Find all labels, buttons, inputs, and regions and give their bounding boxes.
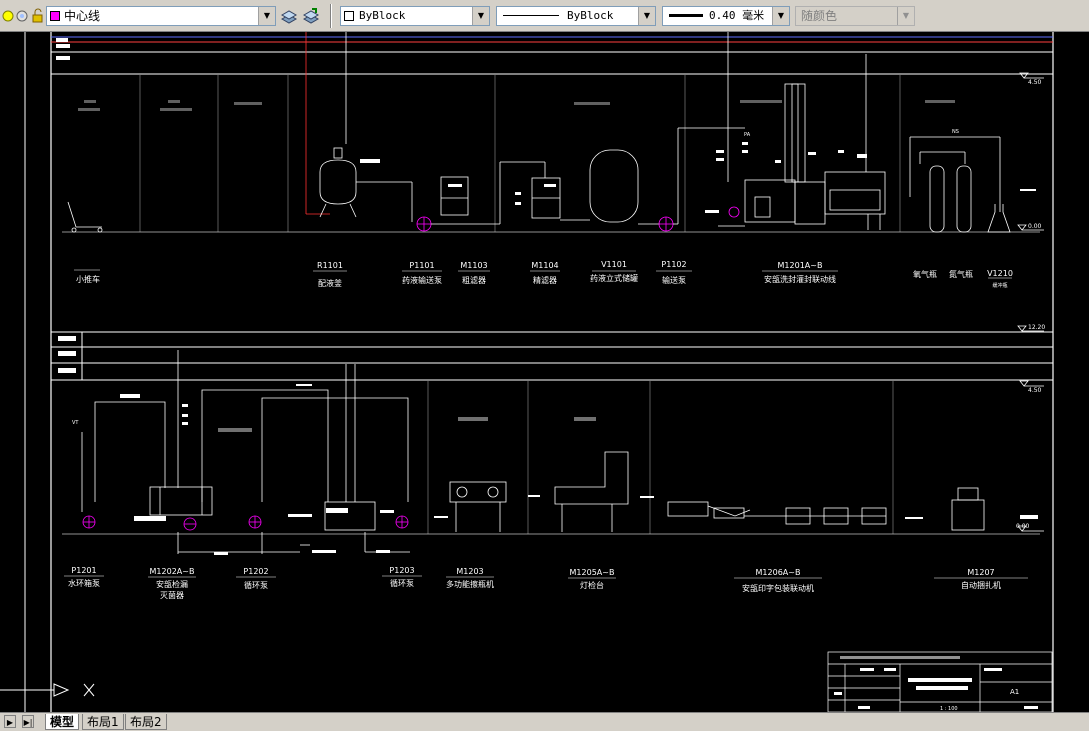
linetype-value: ByBlock bbox=[567, 9, 614, 22]
equipment-name: 多功能擦瓶机 bbox=[446, 579, 494, 589]
tab-layout1[interactable]: 布局1 bbox=[82, 714, 124, 730]
layer-freeze-icon[interactable] bbox=[14, 8, 30, 24]
equipment-code: R1101 bbox=[317, 261, 343, 270]
process-tag-vt: VT bbox=[72, 420, 79, 426]
make-layer-current-icon[interactable] bbox=[280, 7, 298, 24]
layout-tab-bar: ▶ ▶| 模型 布局1 布局2 bbox=[0, 712, 1089, 731]
label-oxygen: 氧气瓶 bbox=[913, 269, 937, 279]
equipment-code: V1210 bbox=[987, 269, 1013, 278]
elevation-bottom-2: 0.00 bbox=[1016, 523, 1030, 530]
equipment-code: V1101 bbox=[601, 260, 627, 269]
equipment-code: P1102 bbox=[661, 260, 686, 269]
lower-process-tags: VT bbox=[72, 420, 79, 426]
chevron-down-icon[interactable]: ▼ bbox=[638, 7, 655, 25]
color-dropdown[interactable]: ByBlock ▼ bbox=[340, 6, 490, 26]
equipment-name: 循环泵 bbox=[244, 580, 268, 590]
lineweight-dropdown[interactable]: 0.40 毫米 ▼ bbox=[662, 6, 790, 26]
lineweight-sample bbox=[669, 14, 703, 17]
layer-previous-icon[interactable] bbox=[302, 7, 320, 24]
toolbar-separator bbox=[330, 4, 332, 28]
equipment-name: 药液输送泵 bbox=[402, 275, 442, 285]
process-tag-ns: NS bbox=[952, 129, 959, 135]
equipment-code: M1202A~B bbox=[150, 567, 195, 576]
elevation-top-1: 4.50 bbox=[1028, 79, 1042, 86]
equipment-code: M1104 bbox=[531, 261, 558, 270]
equipment-code: P1101 bbox=[409, 261, 434, 270]
equipment-name: 氧气瓶 bbox=[913, 269, 937, 279]
plotstyle-dropdown: 随颜色 ▼ bbox=[795, 6, 915, 26]
color-swatch bbox=[344, 11, 354, 21]
linetype-dropdown[interactable]: ByBlock ▼ bbox=[496, 6, 656, 26]
chevron-down-icon: ▼ bbox=[897, 7, 914, 25]
process-tag-pa: PA bbox=[744, 132, 751, 138]
tab-nav-last-button[interactable]: ▶| bbox=[22, 715, 34, 728]
color-value: ByBlock bbox=[359, 9, 406, 22]
elevation-top-3: 12.20 bbox=[1028, 324, 1045, 331]
equipment-name: 循环泵 bbox=[390, 578, 414, 588]
equipment-name: 水环箱泵 bbox=[68, 578, 100, 588]
label-nitrogen: 氮气瓶 bbox=[949, 269, 973, 279]
equipment-code: P1201 bbox=[71, 566, 96, 575]
equipment-code: M1205A~B bbox=[570, 568, 615, 577]
elevation-bottom-1: 4.50 bbox=[1028, 387, 1042, 394]
equipment-code: M1201A~B bbox=[778, 261, 823, 270]
equipment-name: 安瓿印字包装联动机 bbox=[742, 583, 814, 593]
linetype-sample bbox=[503, 15, 559, 16]
chevron-down-icon[interactable]: ▼ bbox=[258, 7, 275, 25]
elevation-top-2: 0.00 bbox=[1028, 223, 1042, 230]
equipment-name: 安瓿洗封灌封联动线 bbox=[764, 274, 836, 284]
equipment-code: M1103 bbox=[460, 261, 487, 270]
equipment-name: 缓冲瓶 bbox=[992, 282, 1007, 289]
equipment-name: 小推车 bbox=[76, 274, 100, 284]
layer-name: 中心线 bbox=[64, 9, 101, 23]
layer-lock-icon[interactable] bbox=[30, 8, 46, 24]
sheet-size: A1 bbox=[1010, 688, 1019, 696]
equipment-code: M1207 bbox=[967, 568, 994, 577]
layer-color-swatch bbox=[50, 11, 60, 21]
tab-nav-prev-button[interactable]: ▶ bbox=[4, 715, 16, 728]
tab-layout2[interactable]: 布局2 bbox=[125, 714, 167, 730]
tab-model[interactable]: 模型 bbox=[45, 714, 80, 730]
layer-dropdown[interactable]: 中心线 ▼ bbox=[46, 6, 276, 26]
equipment-code: M1206A~B bbox=[756, 568, 801, 577]
equipment-name: 药液立式储罐 bbox=[590, 273, 638, 283]
plotstyle-value: 随颜色 bbox=[801, 9, 838, 23]
chevron-down-icon[interactable]: ▼ bbox=[472, 7, 489, 25]
equipment-name: 自动捆扎机 bbox=[961, 580, 1001, 590]
equipment-name: 精滤器 bbox=[533, 275, 557, 285]
equipment-name: 输送泵 bbox=[662, 275, 686, 285]
properties-toolbar: 中心线 ▼ ByBlock ▼ ByBlock ▼ 0.40 毫米 ▼ 随颜色 … bbox=[0, 0, 1089, 32]
drawing-canvas[interactable]: 4.50 0.00 12.20 NS PA 小推车 R1101 配液釜 P110… bbox=[0, 32, 1089, 712]
equipment-code: P1203 bbox=[389, 566, 414, 575]
equipment-name: 氮气瓶 bbox=[949, 269, 973, 279]
equipment-code: P1202 bbox=[243, 567, 268, 576]
equipment-name: 灯检台 bbox=[580, 580, 604, 590]
equipment-name: 安瓿检漏 bbox=[156, 579, 188, 589]
equipment-code: M1203 bbox=[456, 567, 483, 576]
lineweight-value: 0.40 毫米 bbox=[709, 9, 765, 22]
equipment-name-line2: 灭菌器 bbox=[160, 590, 184, 600]
equipment-name: 粗滤器 bbox=[462, 275, 486, 285]
equipment-name: 配液釜 bbox=[318, 278, 342, 288]
chevron-down-icon[interactable]: ▼ bbox=[772, 7, 789, 25]
